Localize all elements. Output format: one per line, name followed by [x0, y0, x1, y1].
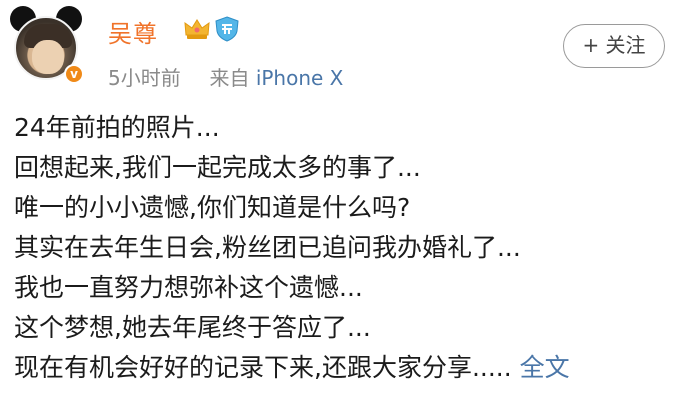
crown-icon[interactable]: [183, 17, 211, 41]
content-line: 这个梦想,她去年尾终于答应了...: [14, 313, 371, 342]
verified-badge-icon: v: [64, 64, 84, 84]
content-line-text: 现在有机会好好的记录下来,还跟大家分享.....: [14, 353, 512, 382]
content-line: 唯一的小小遗憾,你们知道是什么吗?: [14, 193, 411, 222]
follow-button[interactable]: + 关注: [563, 24, 665, 68]
post-header: v 吴尊 5小时前 来自 iPhone X + 关注: [0, 0, 695, 100]
post-time: 5小时前: [108, 66, 181, 90]
content-line: 我也一直努力想弥补这个遗憾...: [14, 273, 363, 302]
content-line: 24年前拍的照片...: [14, 113, 220, 142]
avatar[interactable]: v: [8, 6, 84, 84]
avatar-face: [32, 40, 64, 74]
post-source[interactable]: iPhone X: [256, 66, 344, 90]
source-prefix: 来自: [209, 66, 250, 90]
shield-badge-icon[interactable]: [214, 16, 240, 42]
expand-full-text-link[interactable]: 全文: [520, 353, 570, 382]
content-line: 回想起来,我们一起完成太多的事了...: [14, 153, 421, 182]
author-name[interactable]: 吴尊: [108, 14, 158, 49]
content-line-last: 现在有机会好好的记录下来,还跟大家分享..... 全文: [14, 348, 689, 388]
content-line: 其实在去年生日会,粉丝团已追问我办婚礼了...: [14, 233, 521, 262]
post-content: 24年前拍的照片... 回想起来,我们一起完成太多的事了... 唯一的小小遗憾,…: [14, 108, 689, 388]
post-meta: 5小时前 来自 iPhone X: [108, 62, 343, 91]
